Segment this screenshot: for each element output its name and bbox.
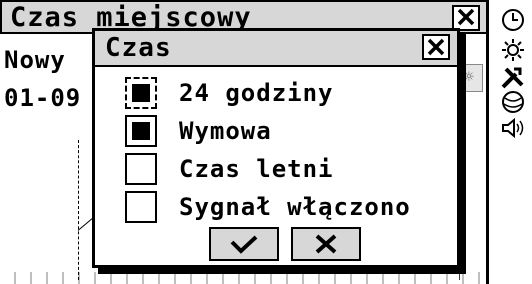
checkbox-24h[interactable] <box>125 77 157 109</box>
side-toolbar <box>492 0 532 284</box>
cancel-button[interactable] <box>291 227 361 261</box>
checkmark-icon <box>230 235 258 254</box>
option-signal-label: Sygnał włączono <box>179 193 411 221</box>
option-24h[interactable]: 24 godziny <box>125 75 334 111</box>
close-icon <box>315 234 337 254</box>
globe-icon <box>502 90 524 113</box>
sun-button[interactable] <box>496 36 530 63</box>
map-band <box>0 272 490 284</box>
option-pronunciation[interactable]: Wymowa <box>125 113 272 149</box>
window-divider <box>486 0 489 284</box>
background-date-text: 01-09 <box>4 84 82 112</box>
close-icon <box>427 38 445 56</box>
sun-icon <box>502 38 524 61</box>
dialog-title: Czas <box>105 33 172 63</box>
option-daylight-saving[interactable]: Czas letni <box>125 151 334 187</box>
clock-icon <box>502 8 524 31</box>
ok-button[interactable] <box>209 227 279 261</box>
globe-button[interactable] <box>496 88 530 115</box>
tools-button[interactable] <box>496 64 530 91</box>
checkbox-pronunciation[interactable] <box>125 115 157 147</box>
time-settings-dialog: Czas 24 godziny Wymowa Czas letni Sygnał… <box>92 28 460 268</box>
background-location-text: Nowy <box>4 46 66 74</box>
close-icon <box>457 8 475 26</box>
option-daylight-saving-label: Czas letni <box>179 155 334 183</box>
dialog-close-button[interactable] <box>422 34 450 60</box>
option-pronunciation-label: Wymowa <box>179 117 272 145</box>
option-24h-label: 24 godziny <box>179 79 334 107</box>
checkbox-daylight-saving[interactable] <box>125 153 157 185</box>
speaker-button[interactable] <box>496 114 530 141</box>
dialog-titlebar: Czas <box>95 31 457 67</box>
clock-button[interactable] <box>496 6 530 33</box>
speaker-icon <box>502 117 524 138</box>
option-signal[interactable]: Sygnał włączono <box>125 189 411 225</box>
checkbox-signal[interactable] <box>125 191 157 223</box>
tools-icon <box>501 67 524 88</box>
